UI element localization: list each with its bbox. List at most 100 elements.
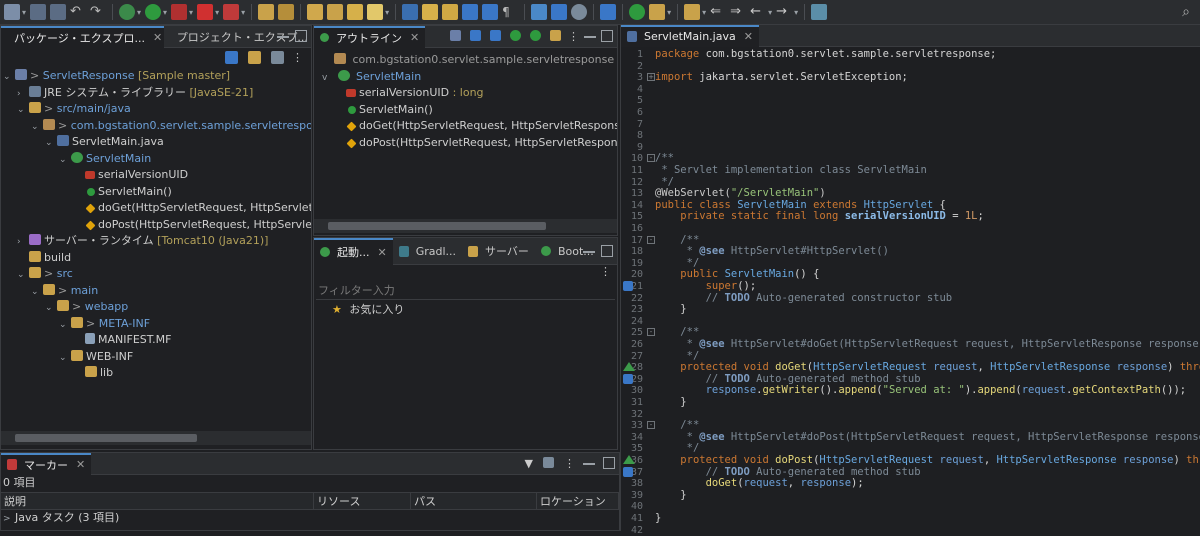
chevron-down-icon[interactable]: ⌄ bbox=[17, 102, 29, 118]
maximize-icon[interactable] bbox=[603, 457, 615, 469]
perspective-icon[interactable] bbox=[811, 4, 828, 20]
block-select-icon[interactable] bbox=[462, 4, 479, 20]
chevron-down-icon[interactable]: ⌄ bbox=[17, 267, 29, 283]
markers-row[interactable]: > Java タスク (3 項目) bbox=[1, 510, 119, 527]
forward-icon[interactable]: ⇒ bbox=[730, 4, 746, 20]
download-icon[interactable] bbox=[649, 4, 666, 20]
tree-item[interactable]: ⌄ > ServletResponse [Sample master] bbox=[3, 68, 311, 85]
fold-toggle-icon[interactable]: - bbox=[647, 421, 655, 430]
chevron-down-icon[interactable]: ⌄ bbox=[59, 350, 71, 366]
link-icon[interactable] bbox=[422, 4, 439, 20]
chevron-right-icon[interactable]: › bbox=[17, 86, 29, 102]
close-icon[interactable]: ✕ bbox=[410, 31, 419, 44]
view-menu-icon[interactable]: ⋮ bbox=[568, 30, 579, 43]
task-icon[interactable] bbox=[482, 4, 499, 20]
close-icon[interactable]: ✕ bbox=[744, 30, 753, 43]
history-forward-icon[interactable]: → bbox=[776, 4, 792, 20]
minimize-icon[interactable] bbox=[583, 245, 595, 253]
filter-input[interactable]: フィルター入力 bbox=[316, 282, 615, 300]
sort-icon[interactable] bbox=[450, 30, 461, 41]
tree-item[interactable]: ⌄ > main bbox=[3, 283, 311, 300]
global-search-icon[interactable]: ⌕ bbox=[1182, 4, 1190, 20]
stop-icon[interactable] bbox=[197, 4, 214, 20]
nav-back-icon[interactable] bbox=[684, 4, 701, 20]
nav-forward-icon[interactable]: ← bbox=[750, 4, 766, 20]
gear-icon[interactable] bbox=[571, 4, 588, 20]
close-icon[interactable]: ✕ bbox=[76, 458, 85, 471]
save-all-icon[interactable] bbox=[50, 4, 67, 20]
outline-member[interactable]: doPost(HttpServletRequest, HttpServletRe… bbox=[334, 135, 617, 152]
tree-item[interactable]: ⌄ > com.bgstation0.servlet.sample.servlet… bbox=[3, 118, 311, 135]
tab-gradle[interactable]: Gradl... bbox=[393, 238, 462, 265]
tree-item[interactable]: › サーバー・ランタイム [Tomcat10 (Java21)] bbox=[3, 233, 311, 250]
tab-launch[interactable]: 起動... ✕ bbox=[314, 237, 393, 265]
task-marker-icon[interactable] bbox=[623, 373, 633, 384]
open-resource-icon[interactable] bbox=[307, 4, 324, 20]
maximize-icon[interactable] bbox=[601, 245, 613, 257]
override-icon[interactable] bbox=[623, 455, 635, 464]
open-folder-icon[interactable] bbox=[278, 4, 295, 20]
debug-icon[interactable] bbox=[119, 4, 136, 20]
pin-icon[interactable] bbox=[402, 4, 419, 20]
close-icon[interactable]: ✕ bbox=[153, 31, 162, 44]
source-code[interactable]: package com.bgstation0.servlet.sample.se… bbox=[621, 47, 1200, 531]
focus-icon[interactable] bbox=[271, 51, 284, 64]
view-menu-icon[interactable]: ⋮ bbox=[564, 457, 575, 470]
external-tools-icon[interactable] bbox=[223, 4, 240, 20]
run-coverage-icon[interactable] bbox=[171, 4, 188, 20]
open-type-icon[interactable] bbox=[258, 4, 275, 20]
minimize-icon[interactable] bbox=[277, 30, 289, 38]
refresh-icon[interactable] bbox=[531, 4, 548, 20]
tree-item[interactable]: MANIFEST.MF bbox=[3, 332, 311, 349]
save-icon[interactable] bbox=[30, 4, 47, 20]
view-menu-icon[interactable]: ⋮ bbox=[600, 265, 611, 281]
minimize-icon[interactable] bbox=[584, 30, 596, 38]
run-icon[interactable] bbox=[145, 4, 162, 20]
tree-item[interactable]: lib bbox=[3, 365, 311, 382]
hide-nonpublic-icon[interactable] bbox=[510, 30, 521, 41]
hide-local-icon[interactable] bbox=[530, 30, 541, 41]
chevron-down-icon[interactable]: ⌄ bbox=[45, 300, 57, 316]
column-description[interactable]: 説明 bbox=[1, 493, 314, 509]
undo-icon[interactable]: ↶ bbox=[70, 4, 86, 20]
tab-servletmain-java[interactable]: ServletMain.java ✕ bbox=[621, 24, 759, 47]
redo-icon[interactable]: ↷ bbox=[90, 4, 106, 20]
chevron-down-icon[interactable]: ⌄ bbox=[59, 152, 71, 168]
search-icon[interactable] bbox=[327, 4, 344, 20]
chevron-down-icon[interactable]: ⌄ bbox=[3, 69, 15, 85]
link-with-editor-icon[interactable] bbox=[248, 51, 261, 64]
column-path[interactable]: パス bbox=[411, 493, 537, 509]
outline-class[interactable]: v ServletMain bbox=[322, 69, 617, 86]
tab-servers[interactable]: サーバー bbox=[462, 238, 535, 265]
tree-item[interactable]: doPost(HttpServletRequest, HttpServletRe… bbox=[3, 217, 311, 234]
hide-fields-icon[interactable] bbox=[470, 30, 481, 41]
back-icon[interactable]: ⇐ bbox=[710, 4, 726, 20]
tab-markers[interactable]: マーカー ✕ bbox=[1, 452, 92, 475]
fold-toggle-icon[interactable]: - bbox=[647, 328, 655, 337]
outline-member[interactable]: serialVersionUID : long bbox=[334, 85, 617, 102]
tree-item[interactable]: ⌄ ServletMain bbox=[3, 151, 311, 168]
fold-toggle-icon[interactable]: + bbox=[647, 73, 655, 82]
tree-item[interactable]: ⌄ WEB-INF bbox=[3, 349, 311, 366]
annotation-icon[interactable] bbox=[551, 4, 568, 20]
chevron-down-icon[interactable]: ⌄ bbox=[59, 317, 71, 333]
tree-item[interactable]: ServletMain() bbox=[3, 184, 311, 201]
task-marker-icon[interactable] bbox=[623, 281, 633, 291]
collapse-all-icon[interactable] bbox=[225, 51, 238, 64]
outline-member[interactable]: doGet(HttpServletRequest, HttpServletRes… bbox=[334, 118, 617, 135]
maximize-icon[interactable] bbox=[600, 4, 617, 20]
fold-toggle-icon[interactable]: - bbox=[647, 154, 655, 163]
toggle-mark-icon[interactable] bbox=[347, 4, 364, 20]
maximize-icon[interactable] bbox=[601, 30, 613, 42]
minimize-icon[interactable] bbox=[583, 457, 595, 465]
link-icon[interactable] bbox=[550, 30, 561, 41]
close-icon[interactable]: ✕ bbox=[378, 246, 387, 259]
column-location[interactable]: ロケーション bbox=[537, 493, 619, 509]
tree-item[interactable]: ⌄ ServletMain.java bbox=[3, 134, 311, 151]
chevron-down-icon[interactable]: ⌄ bbox=[31, 119, 43, 135]
outline-package[interactable]: com.bgstation0.servlet.sample.servletres… bbox=[334, 52, 617, 69]
filter-icon[interactable]: ▼ bbox=[525, 457, 533, 470]
fold-toggle-icon[interactable]: - bbox=[647, 235, 655, 244]
maximize-icon[interactable] bbox=[295, 30, 307, 42]
focus-icon[interactable] bbox=[543, 457, 554, 468]
